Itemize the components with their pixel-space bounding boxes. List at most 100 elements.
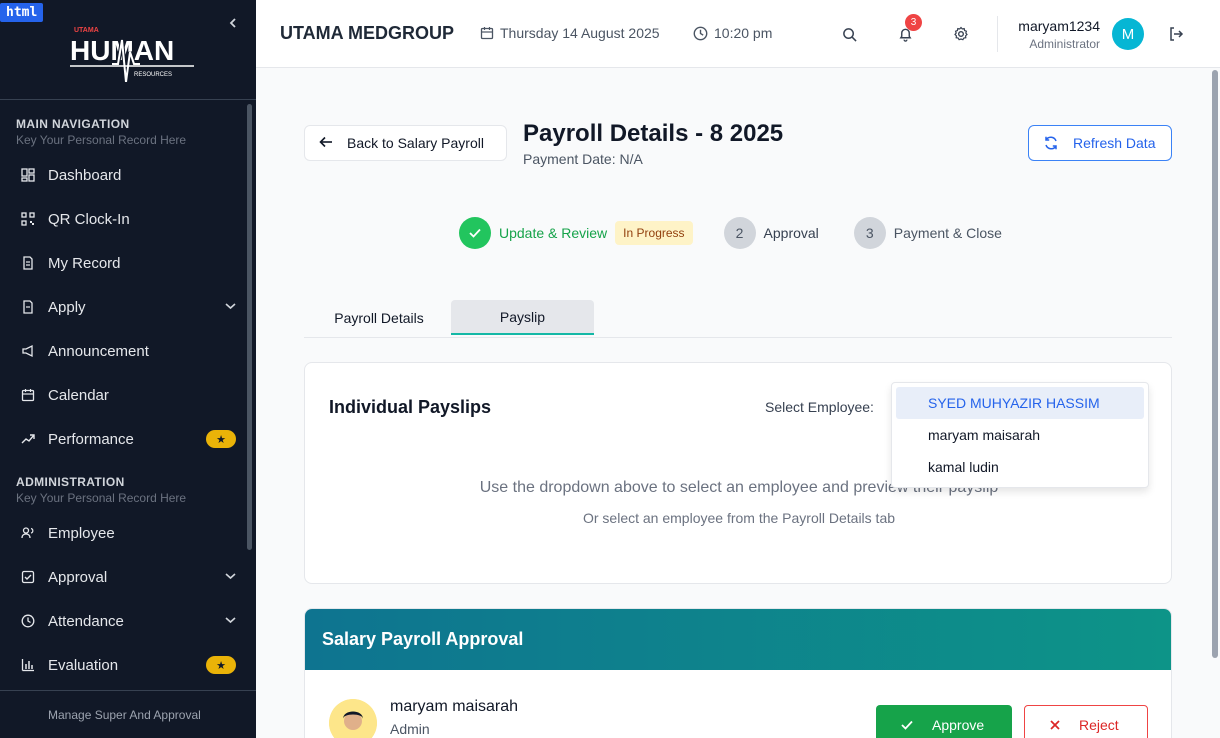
search-button[interactable] xyxy=(835,20,863,48)
refresh-icon xyxy=(1045,136,1057,150)
check-icon xyxy=(901,720,913,730)
dropdown-option[interactable]: SYED MUHYAZIR HASSIM xyxy=(896,387,1144,419)
sidebar-item-my-record[interactable]: My Record xyxy=(0,241,256,285)
notification-count-badge: 3 xyxy=(905,14,922,31)
step-1-label: Update & Review xyxy=(499,225,608,241)
sidebar-item-label: QR Clock-In xyxy=(48,210,130,228)
step-status-badge: In Progress xyxy=(615,221,693,245)
logout-button[interactable] xyxy=(1162,20,1190,48)
tab-payslip[interactable]: Payslip xyxy=(451,300,594,335)
step-3-label: Payment & Close xyxy=(893,225,1002,241)
workflow-steps: Update & Review In Progress 2 Approval 3… xyxy=(459,217,1002,249)
tab-payroll-details[interactable]: Payroll Details xyxy=(318,300,440,335)
refresh-button-label: Refresh Data xyxy=(1073,135,1156,151)
header-divider xyxy=(997,16,998,52)
star-badge: ★ xyxy=(206,430,236,448)
qr-icon xyxy=(20,211,36,227)
logo-top-text: UTAMA xyxy=(74,27,99,34)
approve-label: Approve xyxy=(932,717,985,733)
sidebar-item-label: Approval xyxy=(48,568,108,586)
close-icon xyxy=(1050,720,1060,730)
chevron-down-icon xyxy=(225,301,236,313)
user-name: maryam1234 xyxy=(1018,18,1100,34)
user-role: Administrator xyxy=(1029,37,1100,51)
star-badge: ★ xyxy=(206,656,236,674)
collapse-sidebar-button[interactable] xyxy=(228,16,238,34)
settings-button[interactable] xyxy=(947,20,975,48)
section-title-admin: ADMINISTRATION xyxy=(16,475,125,489)
sidebar-scrollbar[interactable] xyxy=(247,104,252,550)
select-employee-label: Select Employee: xyxy=(765,399,874,415)
check-square-icon xyxy=(20,569,36,585)
search-icon xyxy=(842,27,857,42)
salary-payroll-approval-card: Salary Payroll Approval maryam maisarah … xyxy=(304,608,1172,738)
sidebar-item-attendance[interactable]: Attendance xyxy=(0,599,256,643)
section-subtitle-admin: Key Your Personal Record Here xyxy=(16,491,187,505)
sidebar-item-label: Dashboard xyxy=(48,166,122,184)
html-badge: html xyxy=(0,3,44,22)
sidebar-item-label: Evaluation xyxy=(48,656,119,674)
header-time-text: 10:20 pm xyxy=(714,25,773,41)
reject-button[interactable]: Reject xyxy=(1024,705,1148,738)
gear-icon xyxy=(954,26,968,41)
document-icon xyxy=(20,255,36,271)
calendar-icon xyxy=(20,387,36,403)
header-date-text: Thursday 14 August 2025 xyxy=(500,25,660,41)
sidebar-item-label: Apply xyxy=(48,298,86,316)
trending-icon xyxy=(20,431,36,447)
sidebar-item-performance[interactable]: Performance ★ xyxy=(0,417,256,461)
chevron-left-icon xyxy=(229,18,236,28)
payment-date: Payment Date: N/A xyxy=(523,151,643,167)
header-time: 10:20 pm xyxy=(693,25,772,41)
approver-role: Admin xyxy=(390,721,430,737)
back-to-salary-payroll-button[interactable]: Back to Salary Payroll xyxy=(304,125,507,161)
logout-icon xyxy=(1170,27,1184,41)
step-1-check-icon xyxy=(459,217,491,249)
step-2-number: 2 xyxy=(723,217,756,249)
dashboard-icon xyxy=(20,167,36,183)
arrow-left-icon xyxy=(319,135,333,152)
refresh-data-button[interactable]: Refresh Data xyxy=(1028,125,1172,161)
back-button-label: Back to Salary Payroll xyxy=(347,135,484,151)
payslips-title: Individual Payslips xyxy=(329,397,492,417)
dropdown-option[interactable]: maryam maisarah xyxy=(896,419,1144,451)
clock-icon xyxy=(693,26,708,40)
notifications-button[interactable]: 3 xyxy=(891,14,922,48)
employee-dropdown[interactable]: SYED MUHYAZIR HASSIM maryam maisarah kam… xyxy=(891,382,1149,488)
step-2-label: Approval xyxy=(763,225,819,241)
chevron-down-icon xyxy=(225,615,236,627)
user-avatar[interactable]: M xyxy=(1112,18,1144,50)
chevron-down-icon xyxy=(225,571,236,583)
users-icon xyxy=(20,525,36,541)
step-3-number: 3 xyxy=(853,217,886,249)
sidebar-item-apply[interactable]: Apply xyxy=(0,285,256,329)
dropdown-option[interactable]: kamal ludin xyxy=(896,451,1144,483)
sidebar: html UTAMA HUMAN RESOURCES MAIN NAVIGATI… xyxy=(0,0,256,738)
tab-bar: Payroll Details Payslip xyxy=(304,300,1172,338)
sidebar-footer: Manage Super And Approval xyxy=(0,690,256,738)
sidebar-item-announcement[interactable]: Announcement xyxy=(0,329,256,373)
header-date: Thursday 14 August 2025 xyxy=(480,25,660,41)
sidebar-item-dashboard[interactable]: Dashboard xyxy=(0,153,256,197)
section-subtitle-main: Key Your Personal Record Here xyxy=(16,133,187,147)
human-resources-logo: UTAMA HUMAN RESOURCES xyxy=(70,27,194,82)
sidebar-item-label: Announcement xyxy=(48,342,149,360)
approver-avatar xyxy=(329,699,377,738)
sidebar-nav: MAIN NAVIGATION Key Your Personal Record… xyxy=(0,100,256,690)
sidebar-item-label: Attendance xyxy=(48,612,124,630)
approval-title: Salary Payroll Approval xyxy=(305,609,1171,670)
main-content: Back to Salary Payroll Payroll Details -… xyxy=(256,68,1220,738)
bar-chart-icon xyxy=(20,657,36,673)
logo-sub-text: RESOURCES xyxy=(134,72,172,78)
page-scrollbar[interactable] xyxy=(1212,70,1218,658)
sidebar-item-employee[interactable]: Employee xyxy=(0,511,256,555)
brand-name: UTAMA MEDGROUP xyxy=(280,23,454,43)
sidebar-item-approval[interactable]: Approval xyxy=(0,555,256,599)
approve-button[interactable]: Approve xyxy=(876,705,1012,738)
sidebar-item-evaluation[interactable]: Evaluation ★ xyxy=(0,643,256,687)
section-title-main: MAIN NAVIGATION xyxy=(16,117,130,131)
clock-icon xyxy=(20,613,36,629)
sidebar-item-qr-clock-in[interactable]: QR Clock-In xyxy=(0,197,256,241)
sidebar-item-calendar[interactable]: Calendar xyxy=(0,373,256,417)
approver-name: maryam maisarah xyxy=(390,698,519,715)
